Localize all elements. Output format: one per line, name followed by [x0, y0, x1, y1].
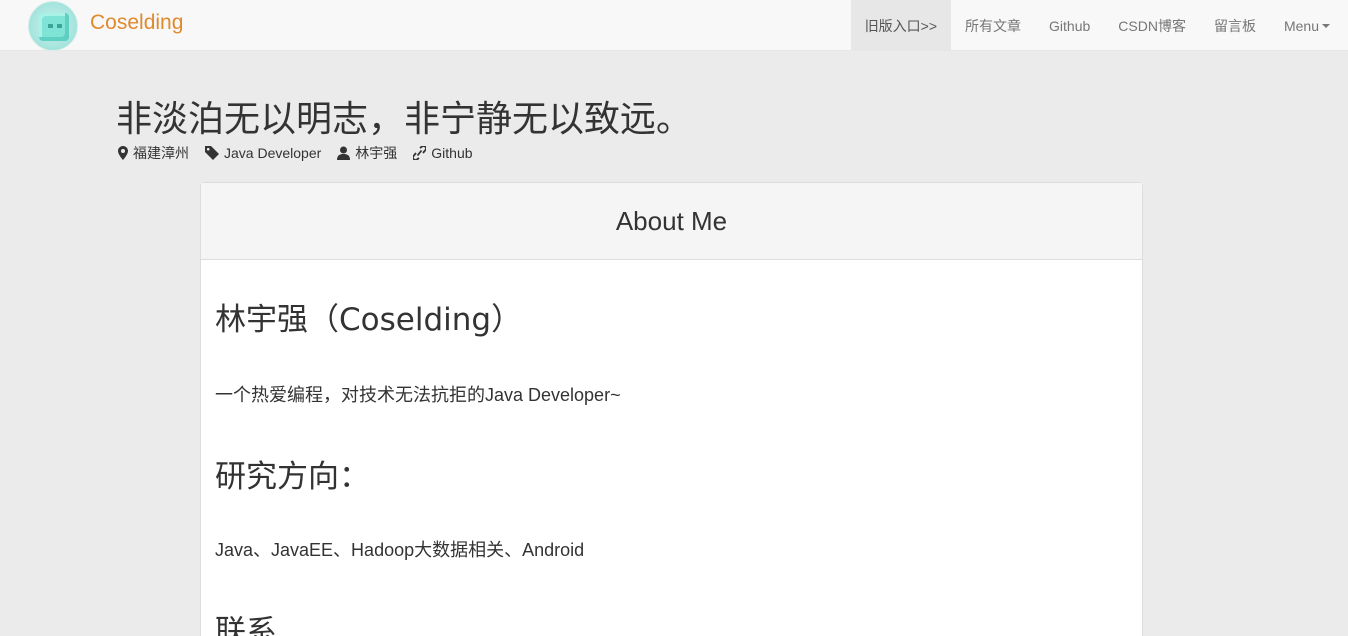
nav-item-csdn-blog[interactable]: CSDN博客 [1104, 0, 1200, 51]
map-marker-icon [118, 146, 128, 160]
link-icon [413, 146, 427, 160]
intro-text: 一个热爱编程，对技术无法抗拒的Java Developer~ [215, 385, 621, 405]
nav-item-all-articles[interactable]: 所有文章 [951, 0, 1035, 51]
brand-logo[interactable] [28, 1, 78, 51]
panel-body: 林宇强（Coselding） 一个热爱编程，对技术无法抗拒的Java Devel… [201, 294, 1142, 636]
contact-heading: 联系 [215, 614, 277, 636]
research-heading: 研究方向： [215, 459, 370, 495]
user-text: 林宇强 [355, 145, 398, 161]
nav-menu: 旧版入口>> 所有文章 Github CSDN博客 留言板 Menu [850, 0, 1344, 51]
brand-name[interactable]: Coselding [90, 11, 183, 35]
meta-location: 福建漳州 [118, 143, 189, 163]
tag-icon [205, 146, 219, 160]
meta-user: 林宇强 [337, 143, 397, 163]
research-text: Java、JavaEE、Hadoop大数据相关、Android [215, 540, 585, 560]
nav-item-menu-dropdown[interactable]: Menu [1270, 0, 1344, 51]
panel-heading: About Me [201, 183, 1142, 260]
user-icon [337, 146, 351, 160]
caret-down-icon [1322, 23, 1330, 28]
location-text: 福建漳州 [133, 145, 189, 161]
nav-item-guestbook[interactable]: 留言板 [1200, 0, 1270, 51]
about-panel: About Me 林宇强（Coselding） 一个热爱编程，对技术无法抗拒的J… [200, 182, 1143, 636]
top-navbar: Coselding 旧版入口>> 所有文章 Github CSDN博客 留言板 … [0, 0, 1348, 51]
nav-item-github[interactable]: Github [1035, 0, 1104, 51]
meta-tag: Java Developer [205, 143, 321, 163]
github-link-text[interactable]: Github [431, 145, 472, 161]
name-heading: 林宇强（Coselding） [215, 302, 523, 338]
meta-github-link[interactable]: Github [413, 143, 473, 163]
menu-label: Menu [1283, 17, 1319, 34]
tag-text: Java Developer [224, 145, 322, 161]
header-meta: 福建漳州 Java Developer 林宇强 Github [118, 143, 489, 163]
page-title: 非淡泊无以明志，非宁静无以致远。 [116, 99, 693, 140]
nav-item-old-version[interactable]: 旧版入口>> [850, 0, 952, 51]
